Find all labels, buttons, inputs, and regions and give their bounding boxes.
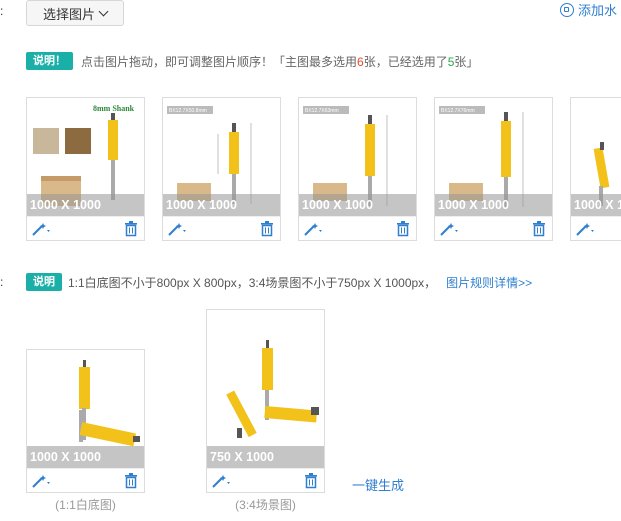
magic-wand-icon[interactable]	[167, 221, 189, 237]
scene-image-card[interactable]: 750 X 1000	[206, 309, 325, 493]
magic-wand-icon[interactable]	[31, 221, 53, 237]
trash-icon[interactable]	[304, 473, 318, 489]
svg-text:BX12.7X50.8mm: BX12.7X50.8mm	[169, 108, 207, 114]
rule-badge: 说明	[26, 273, 62, 291]
main-image-card-4[interactable]: BX12.7X76mm 1000 X 1000	[434, 97, 553, 241]
one-click-generate-link[interactable]: 一键生成	[352, 475, 404, 494]
trash-icon[interactable]	[532, 221, 546, 237]
rule-details-link[interactable]: 图片规则详情>>	[446, 274, 532, 291]
max-count: 6	[357, 54, 364, 69]
chevron-down-icon	[98, 6, 109, 16]
image-size-label: 1000 X 1000	[571, 194, 621, 216]
watermark-icon	[560, 2, 574, 17]
image-size-label: 1000 X 1000	[27, 446, 144, 468]
scene-caption: (3:4场景图)	[235, 498, 296, 512]
main-image-card-3[interactable]: BX12.7X63mm 1000 X 1000	[298, 97, 417, 241]
add-watermark-label: 添加水	[578, 3, 618, 18]
white-bg-caption: (1:1白底图)	[55, 498, 116, 512]
white-bg-image-card[interactable]: 1000 X 1000	[26, 349, 145, 493]
magic-wand-icon[interactable]	[211, 473, 233, 489]
select-image-button[interactable]: 选择图片	[26, 0, 124, 26]
main-image-card-5[interactable]: 1000 X 1000	[570, 97, 621, 241]
image-size-label: 750 X 1000	[207, 446, 324, 468]
svg-text:BX12.7X63mm: BX12.7X63mm	[305, 108, 339, 114]
trash-icon[interactable]	[124, 473, 138, 489]
select-image-label: 选择图片	[42, 6, 95, 22]
product-image	[207, 310, 324, 468]
magic-wand-icon[interactable]	[439, 221, 461, 237]
main-image-card-2[interactable]: BX12.7X50.8mm 1000 X 1000	[162, 97, 281, 241]
magic-wand-icon[interactable]	[303, 221, 325, 237]
image-size-label: 1000 X 1000	[435, 194, 552, 216]
add-watermark-link[interactable]: 添加水	[560, 0, 617, 19]
svg-text:BX12.7X76mm: BX12.7X76mm	[441, 108, 475, 114]
form-colon: :	[0, 4, 4, 18]
trash-icon[interactable]	[396, 221, 410, 237]
product-title-text: 8mm Shank	[93, 104, 135, 113]
form-colon: :	[0, 275, 4, 289]
rule-text: 1:1白底图不小于800px X 800px，3:4场景图不小于750px X …	[68, 275, 437, 290]
trash-icon[interactable]	[124, 221, 138, 237]
image-size-label: 1000 X 1000	[163, 194, 280, 216]
magic-wand-icon[interactable]	[31, 473, 53, 489]
image-size-label: 1000 X 1000	[27, 194, 144, 216]
trash-icon[interactable]	[260, 221, 274, 237]
notice-badge: 说明！	[26, 52, 73, 70]
magic-wand-icon[interactable]	[575, 221, 597, 237]
notice-text: 点击图片拖动，即可调整图片顺序！「主图最多选用6张，已经选用了5张」	[81, 54, 479, 69]
main-image-card-1[interactable]: 8mm Shank 1000 X 1000	[26, 97, 145, 241]
image-size-label: 1000 X 1000	[299, 194, 416, 216]
